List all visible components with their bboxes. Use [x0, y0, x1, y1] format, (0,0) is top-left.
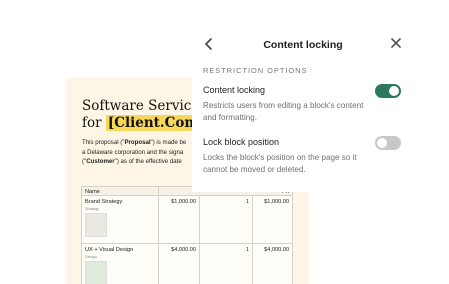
toggle-knob: [389, 86, 399, 96]
content-locking-option-title: Content locking: [203, 85, 266, 95]
section-label: RESTRICTION OPTIONS: [203, 66, 308, 75]
pricing-table[interactable]: Name Pri Brand Strategy Strategy $1,000.…: [81, 186, 293, 284]
close-icon[interactable]: [390, 37, 402, 49]
content-locking-option-description: Restricts users from editing a block's c…: [203, 101, 364, 122]
item-price: $4,000.00: [159, 244, 200, 284]
table-row[interactable]: Brand Strategy Strategy $1,000.00 1 $1,0…: [82, 196, 292, 244]
item-total: $4,000.00: [264, 247, 289, 253]
item-total: $1,000.00: [264, 199, 289, 205]
item-quantity: 1: [200, 244, 253, 284]
body-bold-term: Customer: [86, 158, 115, 165]
toggle-knob: [377, 138, 387, 148]
lock-position-option-description: Locks the block's position on the page s…: [203, 153, 357, 174]
row-name-cell: Brand Strategy Strategy: [82, 196, 159, 243]
item-thumbnail-image: [85, 261, 107, 284]
content-locking-panel: Content locking RESTRICTION OPTIONS Cont…: [192, 28, 449, 192]
screen: Software Services P for [Client.Compan T…: [0, 0, 449, 284]
item-price: $1,000.00: [159, 196, 200, 243]
panel-title: Content locking: [263, 39, 343, 51]
item-category: Strategy: [85, 207, 100, 211]
column-header-name: Name: [82, 187, 159, 195]
body-text: ") as of the effective date: [114, 158, 182, 165]
body-text: ") is made be: [150, 139, 187, 146]
body-bold-term: Proposal: [124, 139, 151, 146]
lock-position-toggle[interactable]: [375, 136, 401, 150]
content-locking-toggle[interactable]: [375, 84, 401, 98]
table-row[interactable]: UX + Visual Design Design $4,000.00 1 $4…: [82, 244, 292, 284]
item-thumbnail-image: [85, 213, 107, 237]
item-name: UX + Visual Design: [85, 247, 134, 253]
item-name: Brand Strategy: [85, 199, 123, 205]
lock-position-option-title: Lock block position: [203, 137, 280, 147]
row-name-cell: UX + Visual Design Design: [82, 244, 159, 284]
body-text: This proposal (": [82, 139, 125, 146]
title-prefix: for: [82, 115, 106, 131]
item-quantity: 1: [200, 196, 253, 243]
item-category: Design: [85, 255, 97, 259]
